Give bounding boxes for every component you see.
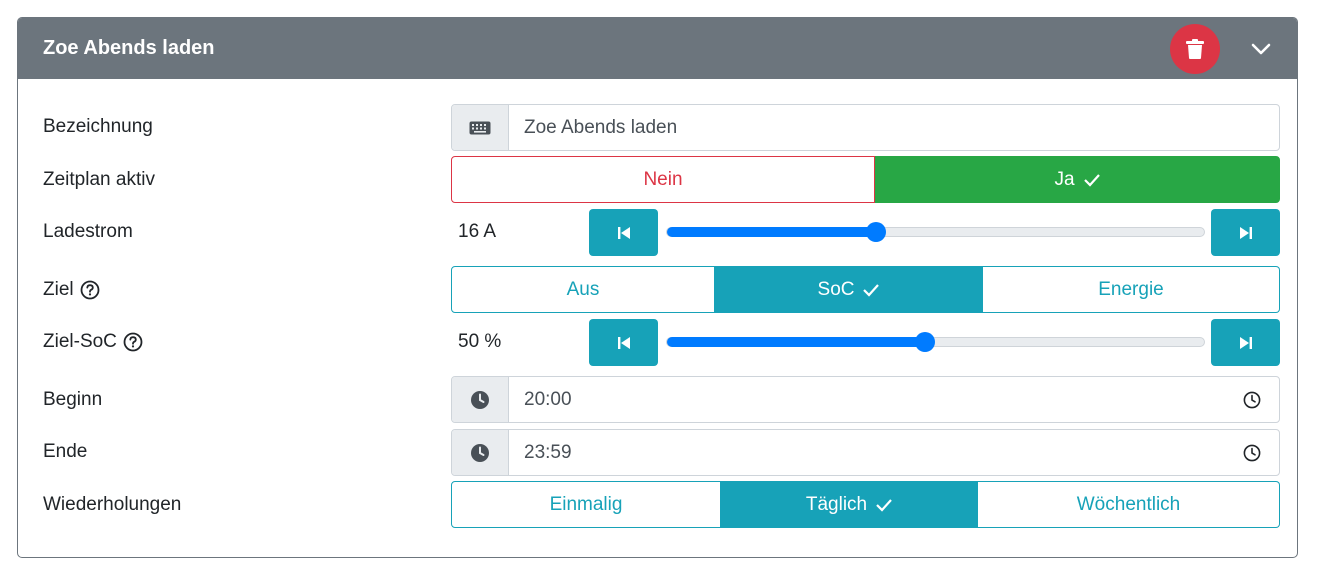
clock-icon[interactable] [1243,444,1261,462]
wiederholungen-taeglich-button[interactable]: Täglich [721,481,978,528]
ziel-energie-label: Energie [1098,278,1164,300]
ziel-energie-button[interactable]: Energie [983,266,1280,313]
ladestrom-value: 16 A [458,221,497,242]
ende-field-group: 23:59 [451,429,1280,476]
ziel-soc-label: SoC [817,278,855,300]
zeitplan-toggle-group: Nein Ja [451,156,1280,203]
collapse-toggle[interactable] [1248,36,1274,62]
label-ziel-soc-text: Ziel-SoC [43,331,117,352]
wiederholungen-einmalig-label: Einmalig [549,493,623,515]
delete-button[interactable] [1170,24,1220,74]
label-beginn: Beginn [43,389,103,410]
ziel-aus-label: Aus [566,278,600,300]
bezeichnung-field-group: Zoe Abends laden [451,104,1280,151]
zeitplan-ja-button[interactable]: Ja [875,156,1280,203]
label-ziel: Ziel [43,279,100,301]
ladestrom-slider-fill [667,227,877,237]
schedule-card: Zoe Abends laden Bezeichnung Zoe Abends … [17,17,1298,558]
card-header[interactable]: Zoe Abends laden [18,18,1297,79]
trash-icon [1186,39,1204,59]
wiederholungen-taeglich-label: Täglich [805,493,868,515]
wiederholungen-woechentlich-label: Wöchentlich [1076,493,1181,515]
skip-back-icon [617,226,630,239]
ziel-soc-slider-fill [667,337,925,347]
ziel-soc-decrease-button[interactable] [589,319,658,366]
check-icon [1083,173,1100,187]
label-ziel-text: Ziel [43,279,74,300]
zeitplan-nein-label: Nein [643,168,683,190]
ladestrom-increase-button[interactable] [1211,209,1280,256]
bezeichnung-input[interactable]: Zoe Abends laden [509,105,1279,150]
label-ende: Ende [43,441,88,462]
label-ziel-soc: Ziel-SoC [43,331,143,353]
ende-time-value: 23:59 [524,441,572,463]
zeitplan-ja-label: Ja [1054,168,1075,190]
help-circle-icon[interactable] [80,280,100,300]
zeitplan-nein-button[interactable]: Nein [451,156,875,203]
ziel-soc-button[interactable]: SoC [715,266,983,313]
clock-icon [471,443,489,462]
label-zeitplan-aktiv: Zeitplan aktiv [43,169,155,190]
ziel-soc-slider-thumb[interactable] [914,332,935,352]
check-icon [876,498,892,512]
clock-prepend [452,377,509,422]
wiederholungen-toggle-group: Einmalig Täglich Wöchentlich [451,481,1280,528]
ziel-soc-increase-button[interactable] [1211,319,1280,366]
ziel-toggle-group: Aus SoC Energie [451,266,1280,313]
label-wiederholungen: Wiederholungen [43,494,182,515]
label-ladestrom: Ladestrom [43,221,133,242]
card-title: Zoe Abends laden [43,37,215,59]
help-circle-icon[interactable] [123,332,143,352]
skip-back-icon [617,336,630,349]
skip-forward-icon [1239,226,1252,239]
label-bezeichnung: Bezeichnung [43,116,153,137]
wiederholungen-woechentlich-button[interactable]: Wöchentlich [978,481,1280,528]
clock-icon [471,390,489,409]
ziel-soc-value: 50 % [458,331,502,352]
ziel-soc-slider[interactable] [666,332,1205,352]
clock-prepend [452,430,509,475]
keyboard-icon [469,121,491,134]
ladestrom-decrease-button[interactable] [589,209,658,256]
skip-forward-icon [1239,336,1252,349]
ziel-aus-button[interactable]: Aus [451,266,715,313]
ladestrom-slider-thumb[interactable] [866,222,887,242]
ladestrom-slider[interactable] [666,222,1205,242]
check-icon [863,283,880,297]
beginn-field-group: 20:00 [451,376,1280,423]
wiederholungen-einmalig-button[interactable]: Einmalig [451,481,721,528]
clock-icon[interactable] [1243,391,1261,409]
ende-time-input[interactable]: 23:59 [509,430,1279,475]
beginn-time-input[interactable]: 20:00 [509,377,1279,422]
keyboard-prepend [452,105,509,150]
beginn-time-value: 20:00 [524,388,572,410]
chevron-down-icon [1251,43,1271,55]
